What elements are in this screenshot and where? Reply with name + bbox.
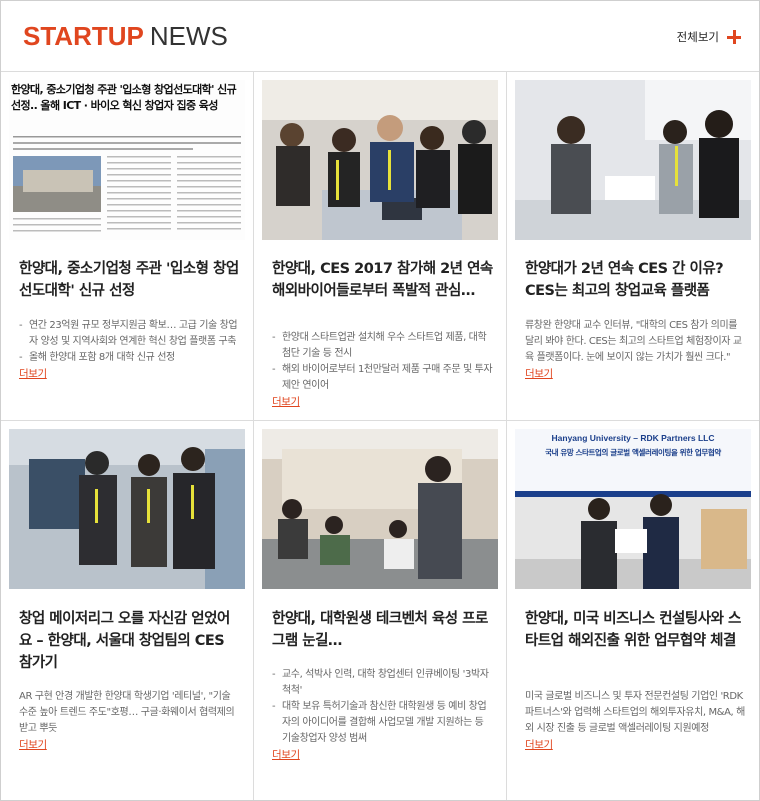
banner-line1: Hanyang University – RDK Partners LLC — [551, 433, 715, 443]
summary-bullet: 올해 한양대 포함 8개 대학 신규 선정 — [19, 350, 241, 366]
news-title[interactable]: 한양대가 2년 연속 CES 간 이유? CES는 최고의 창업교육 플랫폼 — [525, 258, 747, 302]
summary-bullet: 교수, 석박사 인력, 대학 창업센터 인큐베이팅 '3박자 척척' — [272, 667, 494, 699]
news-card[interactable]: 창업 메이저리그 오를 자신감 얻었어요 – 한양대, 서울대 창업팀의 CES… — [1, 421, 253, 800]
news-title[interactable]: 한양대, CES 2017 참가해 2년 연속 해외바이어들로부터 폭발적 관심… — [272, 258, 494, 302]
news-card[interactable]: 한양대, CES 2017 참가해 2년 연속 해외바이어들로부터 폭발적 관심… — [254, 72, 506, 420]
news-thumbnail[interactable] — [262, 80, 498, 240]
news-thumbnail[interactable] — [262, 429, 498, 589]
summary-paragraph: 미국 글로벌 비즈니스 및 투자 전문컨설팅 기업인 'RDK 파트너스'와 업… — [525, 691, 745, 734]
news-thumbnail[interactable] — [515, 80, 751, 240]
news-summary: 미국 글로벌 비즈니스 및 투자 전문컨설팅 기업인 'RDK 파트너스'와 업… — [525, 689, 747, 754]
news-card[interactable]: 한양대, 중소기업청 주관 '입소형 창업선도대학' 신규 선정.. 올해 IC… — [1, 72, 253, 420]
news-summary: AR 구현 안경 개발한 한양대 학생기업 '레티널', "기술 수준 높아 트… — [19, 689, 241, 754]
read-more-link[interactable]: 더보기 — [272, 394, 300, 410]
news-card[interactable]: Hanyang University – RDK Partners LLC 국내… — [507, 421, 759, 800]
summary-bullet: 한양대 스타트업관 설치해 우수 스타트업 제품, 대학 첨단 기술 등 전시 — [272, 330, 494, 362]
read-more-link[interactable]: 더보기 — [525, 737, 553, 753]
read-more-link[interactable]: 더보기 — [19, 366, 47, 382]
read-more-link[interactable]: 더보기 — [272, 747, 300, 763]
news-grid: 한양대, 중소기업청 주관 '입소형 창업선도대학' 신규 선정.. 올해 IC… — [1, 72, 759, 800]
read-more-link[interactable]: 더보기 — [525, 366, 553, 382]
news-summary: 교수, 석박사 인력, 대학 창업센터 인큐베이팅 '3박자 척척' 대학 보유… — [272, 667, 494, 764]
news-thumbnail[interactable]: Hanyang University – RDK Partners LLC 국내… — [515, 429, 751, 589]
title-accent: STARTUP — [23, 21, 144, 51]
summary-bullet: 해외 바이어로부터 1천만달러 제품 구매 주문 및 투자제안 연이어 — [272, 362, 494, 394]
summary-paragraph: AR 구현 안경 개발한 한양대 학생기업 '레티널', "기술 수준 높아 트… — [19, 691, 235, 734]
view-all-link[interactable]: 전체보기 — [677, 29, 741, 45]
news-summary: 한양대 스타트업관 설치해 우수 스타트업 제품, 대학 첨단 기술 등 전시 … — [272, 330, 494, 411]
summary-bullet: 연간 23억원 규모 정부지원금 확보… 고급 기술 창업자 양성 및 지역사회… — [19, 318, 241, 350]
news-summary: 연간 23억원 규모 정부지원금 확보… 고급 기술 창업자 양성 및 지역사회… — [19, 318, 241, 383]
news-title[interactable]: 창업 메이저리그 오를 자신감 얻었어요 – 한양대, 서울대 창업팀의 CES… — [19, 608, 241, 674]
plus-icon — [727, 30, 741, 44]
news-summary: 류창완 한양대 교수 인터뷰, "대학의 CES 참가 의미를 달리 봐야 한다… — [525, 318, 747, 383]
panel-title: STARTUP NEWS — [23, 21, 228, 52]
clipping-headline: 한양대, 중소기업청 주관 '입소형 창업선도대학' 신규 선정.. 올해 IC… — [11, 83, 237, 112]
title-rest: NEWS — [149, 21, 228, 51]
summary-paragraph: 류창완 한양대 교수 인터뷰, "대학의 CES 참가 의미를 달리 봐야 한다… — [525, 320, 742, 363]
read-more-link[interactable]: 더보기 — [19, 737, 47, 753]
panel-header: STARTUP NEWS 전체보기 — [1, 1, 759, 72]
news-title[interactable]: 한양대, 대학원생 테크벤처 육성 프로그램 눈길… — [272, 608, 494, 652]
news-thumbnail[interactable] — [9, 429, 245, 589]
news-card[interactable]: 한양대가 2년 연속 CES 간 이유? CES는 최고의 창업교육 플랫폼 류… — [507, 72, 759, 420]
startup-news-panel: STARTUP NEWS 전체보기 한양대, 중소기업청 주관 '입소형 창업선도… — [0, 0, 760, 801]
news-thumbnail[interactable]: 한양대, 중소기업청 주관 '입소형 창업선도대학' 신규 선정.. 올해 IC… — [9, 80, 245, 240]
view-all-label: 전체보기 — [676, 30, 719, 44]
banner-line2: 국내 유망 스타트업의 글로벌 액셀러레이팅을 위한 업무협약 — [545, 448, 721, 457]
news-card[interactable]: 한양대, 대학원생 테크벤처 육성 프로그램 눈길… 교수, 석박사 인력, 대… — [254, 421, 506, 800]
news-title[interactable]: 한양대, 미국 비즈니스 컨설팅사와 스타트업 해외진출 위한 업무협약 체결 — [525, 608, 747, 652]
summary-bullet: 대학 보유 특허기술과 참신한 대학원생 등 예비 창업자의 아이디어를 결합해… — [272, 699, 494, 747]
news-title[interactable]: 한양대, 중소기업청 주관 '입소형 창업선도대학' 신규 선정 — [19, 258, 241, 302]
